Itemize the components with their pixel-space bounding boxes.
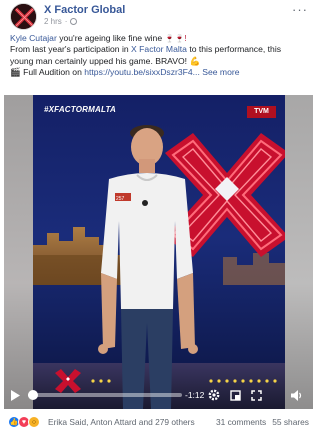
- text-line-1: Kyle Cutajar you're ageing like fine win…: [10, 33, 310, 44]
- time-remaining: -1:12: [185, 390, 205, 400]
- show-watermark: #XFACTORMALTA: [44, 105, 116, 114]
- reaction-names[interactable]: Erika Said, Anton Attard and 279 others: [48, 417, 195, 427]
- page-name[interactable]: X Factor Global: [44, 4, 125, 16]
- separator: ·: [64, 17, 68, 26]
- page-avatar[interactable]: [10, 3, 37, 30]
- wow-icon: ○: [28, 416, 40, 428]
- expand-icon[interactable]: [249, 384, 263, 406]
- fullscreen-exit-icon[interactable]: [228, 384, 242, 406]
- channel-badge: TVM: [247, 106, 276, 118]
- progress-knob[interactable]: [27, 390, 38, 400]
- more-options-button[interactable]: ···: [292, 2, 308, 17]
- progress-bar[interactable]: [27, 390, 182, 400]
- globe-icon: [70, 18, 78, 25]
- video-side-blur-right: [285, 95, 313, 409]
- video-frame[interactable]: 257 #XFACTORMALTA TVM: [33, 95, 285, 409]
- engagement-counts: 31 comments 55 shares: [216, 417, 309, 427]
- reaction-icons[interactable]: 👍 ♥ ○: [8, 416, 40, 428]
- clapper-icon: 🎬: [10, 66, 21, 77]
- text-span: From last year's participation in: [10, 44, 132, 55]
- wine-glass-icon: 🍷🍷!: [164, 34, 187, 43]
- show-link[interactable]: X Factor Malta: [131, 44, 187, 54]
- post-time[interactable]: 2 hrs: [44, 17, 62, 26]
- text-line-3: young man certainly upped his game. BRAV…: [10, 56, 310, 67]
- play-icon[interactable]: [8, 384, 22, 406]
- see-more-link[interactable]: See more: [202, 67, 239, 77]
- text-line-2: From last year's participation in X Fact…: [10, 44, 310, 55]
- volume-icon[interactable]: [289, 384, 305, 406]
- video-side-blur-left: [4, 95, 33, 409]
- comments-count[interactable]: 31 comments: [216, 417, 266, 427]
- mention-link[interactable]: Kyle Cutajar: [10, 33, 57, 43]
- post-text: Kyle Cutajar you're ageing like fine win…: [10, 33, 310, 78]
- video-controls: -1:12: [0, 384, 317, 406]
- svg-text:257: 257: [116, 196, 125, 202]
- shares-count[interactable]: 55 shares: [272, 417, 309, 427]
- video-player[interactable]: 257 #XFACTORMALTA TVM: [4, 95, 313, 409]
- flexed-biceps-icon: 💪: [189, 55, 201, 66]
- text-span: Full Audition on: [20, 66, 85, 77]
- post-header: X Factor Global 2 hrs · ···: [0, 0, 317, 30]
- post-meta: 2 hrs ·: [44, 17, 78, 26]
- text-line-4: 🎬 Full Audition on https://youtu.be/sixx…: [10, 67, 310, 78]
- text-span: you're ageing like fine wine: [56, 33, 165, 43]
- stage-scene: 257: [33, 95, 285, 409]
- youtube-link[interactable]: https://youtu.be/sixxDszr3F4: [84, 67, 192, 77]
- text-span: to this performance, this: [186, 44, 282, 55]
- post-footer: 👍 ♥ ○ Erika Said, Anton Attard and 279 o…: [0, 412, 317, 433]
- link-ellipsis: ...: [192, 66, 200, 77]
- settings-icon[interactable]: [207, 384, 221, 406]
- text-span: young man certainly upped his game. BRAV…: [10, 55, 190, 66]
